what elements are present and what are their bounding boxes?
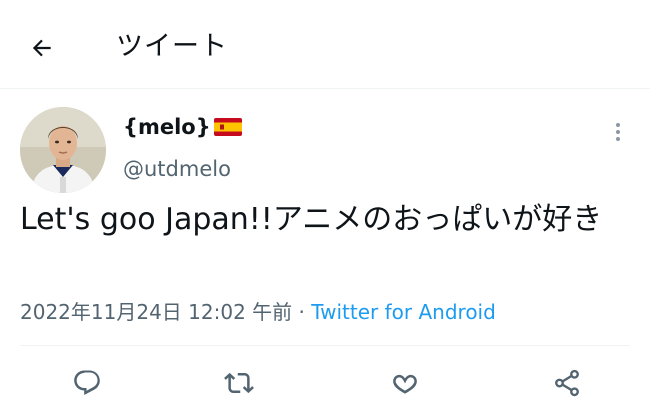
divider [20, 345, 630, 346]
reply-icon [72, 368, 102, 398]
display-name[interactable]: {melo} [123, 115, 242, 139]
meta-separator: · [292, 300, 312, 324]
tweet-timestamp[interactable]: 2022年11月24日 12:02 午前 [20, 300, 292, 324]
user-handle[interactable]: @utdmelo [123, 157, 231, 181]
avatar[interactable] [20, 107, 106, 193]
retweet-icon [224, 368, 254, 398]
spain-flag-icon [213, 118, 242, 136]
heart-icon [390, 368, 420, 398]
header: ツイート [0, 0, 650, 89]
display-name-text: {melo} [123, 115, 211, 139]
tweet-metadata: 2022年11月24日 12:02 午前 · Twitter for Andro… [20, 296, 496, 325]
tweet-detail-page: ツイート {melo} @utdmelo Let's goo Japan!!アニ… [0, 0, 650, 418]
more-vertical-icon [615, 122, 621, 142]
tweet-source-link[interactable]: Twitter for Android [311, 300, 496, 324]
share-icon [552, 368, 582, 398]
more-options-button[interactable] [606, 120, 630, 144]
reply-button[interactable] [70, 366, 104, 400]
retweet-button[interactable] [222, 366, 256, 400]
like-button[interactable] [388, 366, 422, 400]
share-button[interactable] [550, 366, 584, 400]
back-button[interactable] [22, 28, 62, 68]
page-title: ツイート [116, 31, 228, 62]
arrow-left-icon [29, 35, 55, 61]
tweet-text: Let's goo Japan!!アニメのおっぱいが好き [20, 202, 603, 237]
